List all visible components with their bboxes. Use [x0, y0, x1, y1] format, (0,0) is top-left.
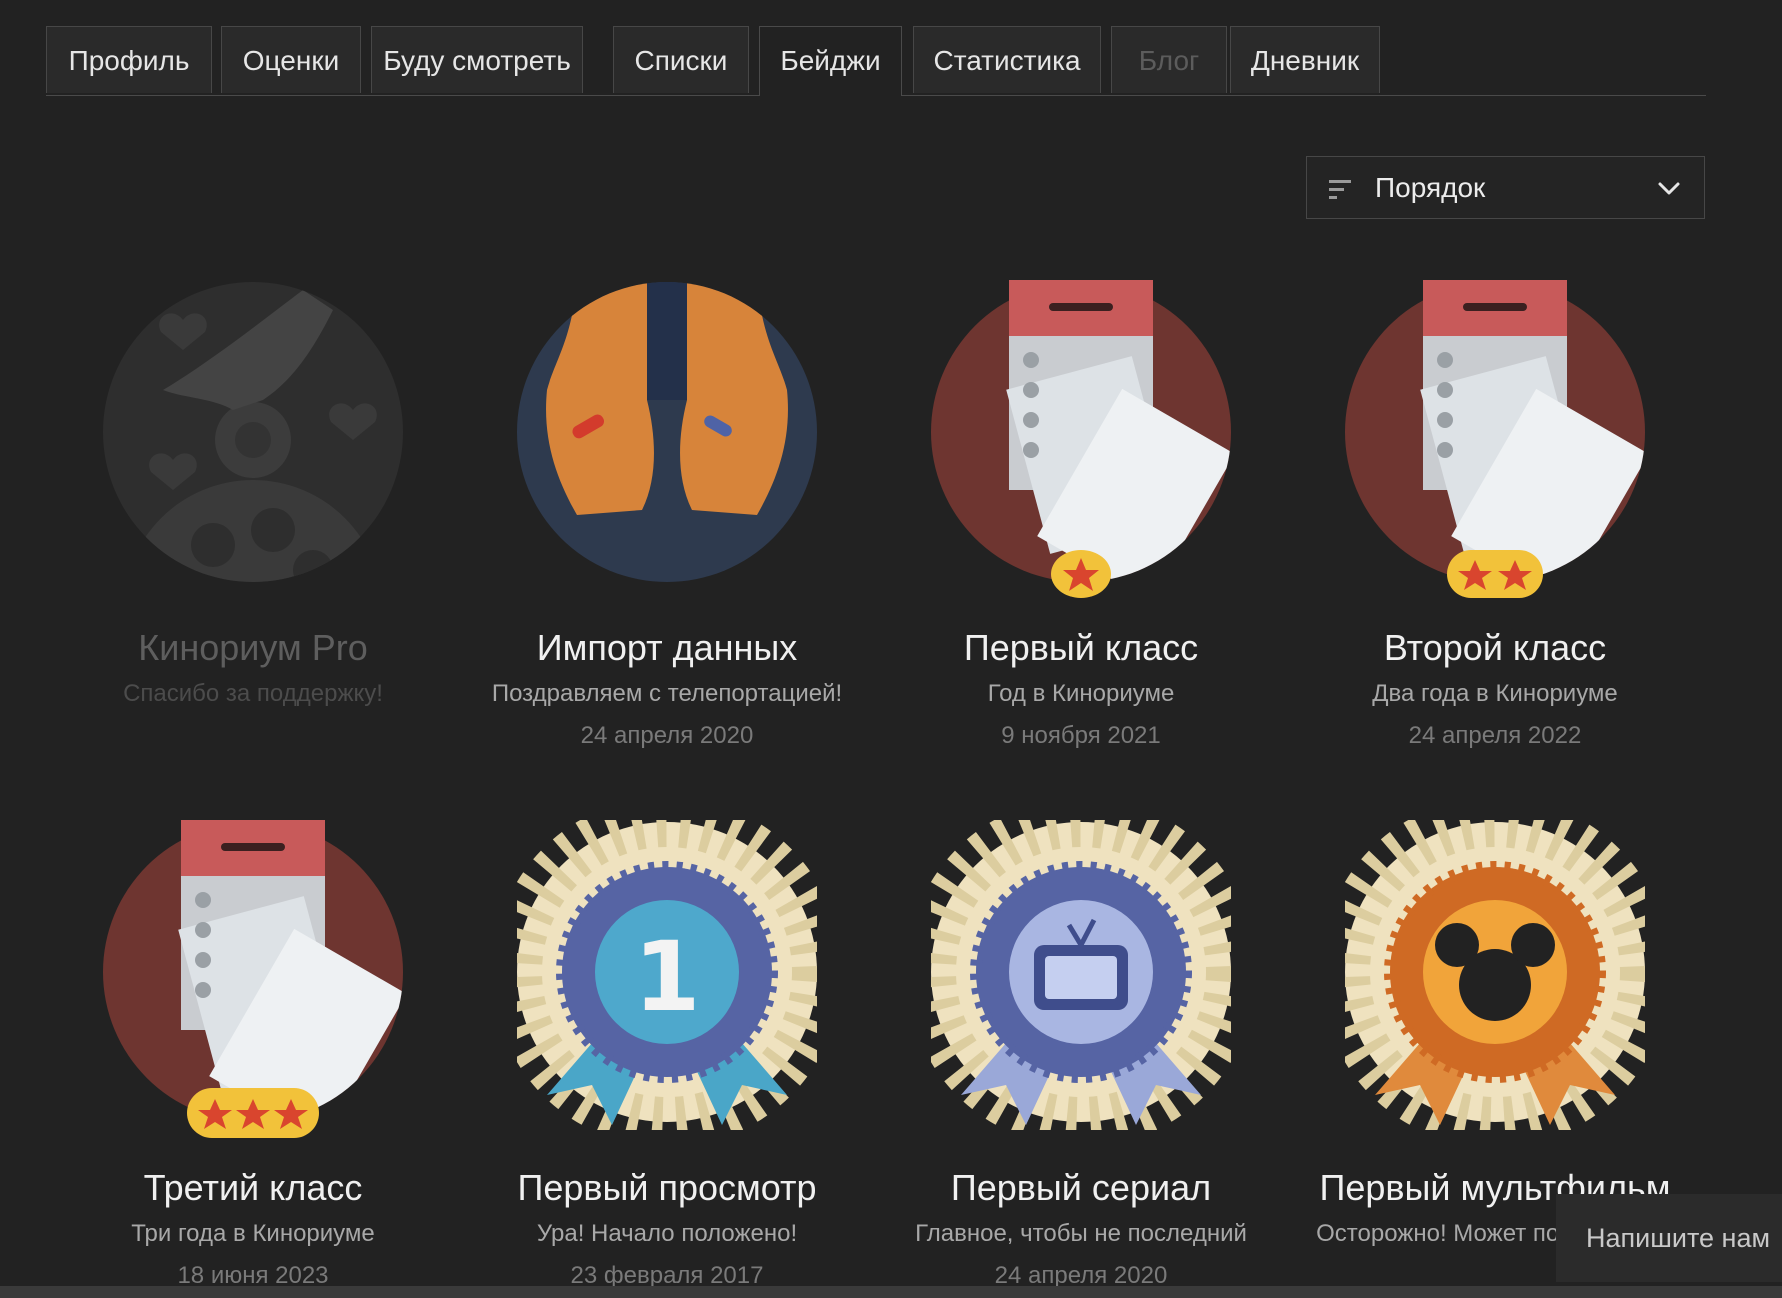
svg-text:1: 1	[634, 921, 701, 1033]
badge-description: Год в Кинориуме	[987, 680, 1175, 707]
calendar-two-stars-icon	[1345, 280, 1645, 598]
badge-date: 24 апреля 2022	[1408, 722, 1582, 749]
tab-lists[interactable]: Списки	[613, 26, 749, 93]
badge-card[interactable]: Кинориум Pro Спасибо за поддержку!	[53, 280, 453, 712]
badge-card[interactable]: Импорт данных Поздравляем с телепортацие…	[467, 280, 867, 754]
chevron-down-icon	[1658, 182, 1680, 195]
badge-card[interactable]: 1 Первый просмотр Ура! Начало положено! …	[467, 797, 867, 1294]
bottom-bar	[0, 1286, 1782, 1298]
film-reel-hand-icon	[103, 282, 403, 582]
badge-card[interactable]: Третий класс Три года в Кинориуме 18 июн…	[53, 820, 453, 1294]
badge-description: Ура! Начало положено!	[536, 1220, 798, 1247]
sort-icon	[1329, 180, 1351, 199]
badge-date: 24 апреля 2020	[580, 722, 754, 749]
sort-label: Порядок	[1375, 172, 1486, 203]
badge-description: Поздравляем с телепортацией!	[491, 680, 843, 707]
tab-badges[interactable]: Бейджи	[759, 26, 902, 96]
badge-description: Главное, чтобы не последний	[915, 1220, 1247, 1247]
badge-description: Спасибо за поддержку!	[123, 680, 383, 707]
tab-blog[interactable]: Блог	[1111, 26, 1227, 93]
hands-pills-icon	[517, 282, 817, 582]
rosette-number-one-icon: 1	[492, 797, 842, 1147]
rosette-mickey-icon	[1320, 797, 1670, 1147]
badge-card[interactable]: Второй класс Два года в Кинориуме 24 апр…	[1295, 280, 1695, 754]
tab-watchlist[interactable]: Буду смотреть	[371, 26, 583, 93]
calendar-three-stars-icon	[103, 820, 403, 1138]
badge-title: Первый просмотр	[517, 1167, 817, 1208]
badge-card[interactable]: Первый сериал Главное, чтобы не последни…	[881, 797, 1281, 1294]
badge-date: 9 ноября 2021	[1001, 722, 1161, 749]
badge-title: Импорт данных	[536, 627, 798, 668]
badge-card[interactable]: Первый мультфильм Осторожно! Может понра…	[1295, 797, 1695, 1252]
badge-title: Третий класс	[143, 1167, 363, 1208]
badge-title: Второй класс	[1383, 627, 1607, 668]
calendar-one-star-icon	[931, 280, 1231, 598]
sort-dropdown[interactable]: Порядок	[1306, 156, 1705, 219]
chat-widget-button[interactable]: Напишите нам	[1556, 1194, 1782, 1282]
badge-title: Первый сериал	[950, 1167, 1212, 1208]
badge-description: Три года в Кинориуме	[131, 1220, 375, 1247]
badge-description: Два года в Кинориуме	[1372, 680, 1618, 707]
badge-title: Кинориум Pro	[138, 627, 368, 668]
tab-statistics[interactable]: Статистика	[913, 26, 1101, 93]
profile-tabs: Профиль Оценки Буду смотреть Списки Бейд…	[46, 26, 1706, 96]
tab-profile[interactable]: Профиль	[46, 26, 212, 93]
badge-title: Первый класс	[963, 627, 1199, 668]
badge-card[interactable]: Первый класс Год в Кинориуме 9 ноября 20…	[881, 280, 1281, 754]
tab-ratings[interactable]: Оценки	[221, 26, 361, 93]
tab-diary[interactable]: Дневник	[1230, 26, 1380, 93]
rosette-tv-icon	[906, 797, 1256, 1147]
